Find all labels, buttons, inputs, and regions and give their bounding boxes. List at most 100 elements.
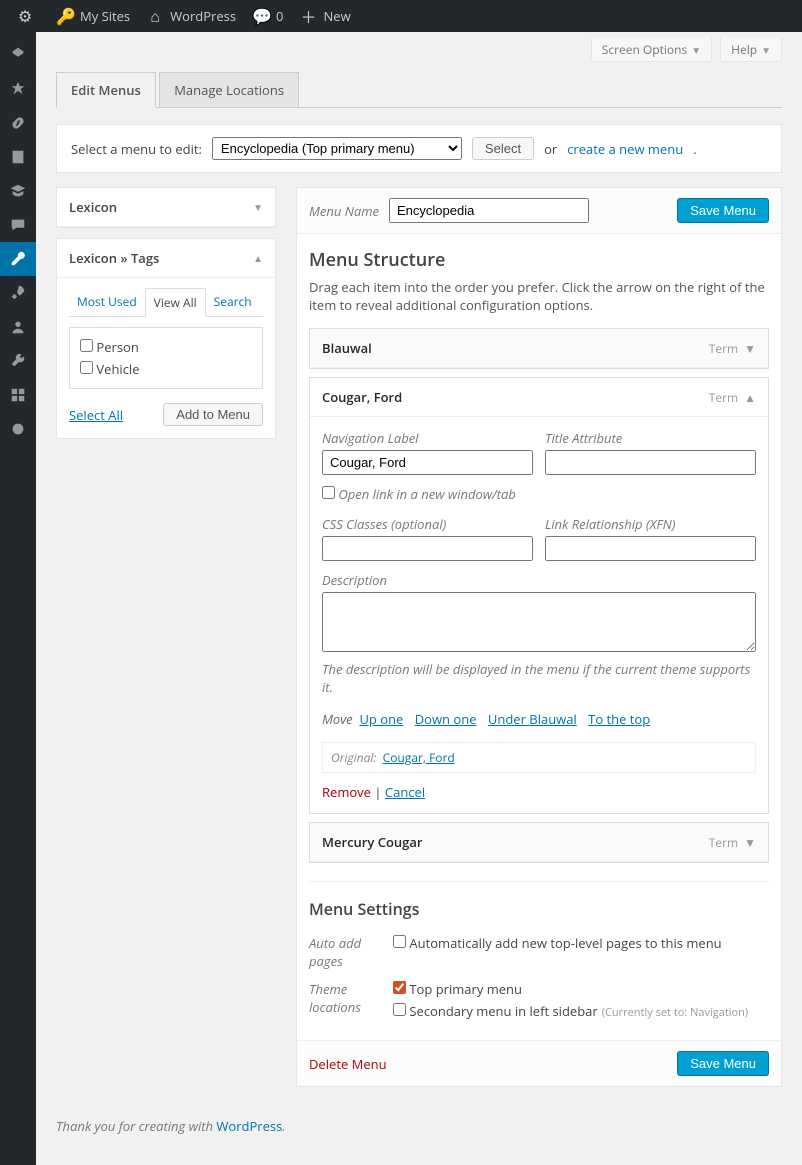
original-box: Original: Cougar, Ford: [322, 742, 756, 773]
menu-footer: Delete Menu Save Menu: [297, 1040, 781, 1086]
auto-add-text: Automatically add new top-level pages to…: [409, 934, 721, 952]
remove-link[interactable]: Remove: [322, 783, 371, 801]
location-secondary-checkbox[interactable]: [393, 1003, 406, 1016]
comments-count: 0: [276, 7, 283, 25]
cancel-link[interactable]: Cancel: [385, 783, 425, 801]
lexicon-tags-toggle[interactable]: Lexicon » Tags ▲: [57, 239, 275, 278]
menu-item-tool[interactable]: [0, 242, 36, 276]
tag-person[interactable]: Person: [80, 336, 252, 358]
menu-item-bar[interactable]: Cougar, Ford Term▲: [310, 378, 768, 417]
chevron-down-icon: ▼: [744, 340, 756, 357]
delete-menu-link[interactable]: Delete Menu: [309, 1055, 387, 1073]
lexicon-box-toggle[interactable]: Lexicon ▼: [57, 188, 275, 227]
theme-locations-label: Theme locations: [309, 978, 393, 1016]
title-attr-label: Title Attribute: [545, 429, 756, 447]
move-under-link[interactable]: Under Blauwal: [488, 710, 577, 728]
xfn-input[interactable]: [545, 536, 756, 561]
page-footer: Thank you for creating with WordPress.: [56, 1087, 782, 1145]
subtab-most-used[interactable]: Most Used: [69, 288, 145, 316]
menu-item-chat[interactable]: [0, 208, 36, 242]
menu-item-mercury-cougar: Mercury Cougar Term▼: [309, 822, 769, 863]
add-to-menu-button[interactable]: Add to Menu: [163, 403, 263, 426]
menu-item-settings: Navigation Label Title Attribute Open li…: [310, 417, 768, 813]
location-secondary[interactable]: Secondary menu in left sidebar(Currently…: [393, 1000, 748, 1022]
lexicon-box: Lexicon ▼: [56, 187, 276, 228]
site-name[interactable]: ⌂WordPress: [138, 0, 244, 32]
menu-item-link[interactable]: [0, 106, 36, 140]
subtab-view-all[interactable]: View All: [145, 288, 206, 317]
menu-select-bar: Select a menu to edit: Encyclopedia (Top…: [56, 124, 782, 173]
screen-options-button[interactable]: Screen Options▼: [591, 38, 712, 62]
tag-vehicle-checkbox[interactable]: [80, 361, 93, 374]
menu-item-bar[interactable]: Mercury Cougar Term▼: [310, 823, 768, 862]
help-button[interactable]: Help▼: [720, 38, 782, 62]
tag-vehicle[interactable]: Vehicle: [80, 358, 252, 380]
menu-structure-title: Menu Structure: [309, 248, 769, 272]
css-classes-label: CSS Classes (optional): [322, 515, 533, 533]
tab-manage-locations[interactable]: Manage Locations: [159, 72, 299, 108]
description-input[interactable]: [322, 592, 756, 652]
chevron-up-icon: ▲: [253, 251, 263, 265]
lexicon-tags-box: Lexicon » Tags ▲ Most Used View All Sear…: [56, 238, 276, 439]
wp-logo[interactable]: ⚙: [8, 0, 48, 32]
subtab-search[interactable]: Search: [206, 288, 260, 316]
menu-item-book[interactable]: [0, 140, 36, 174]
auto-add-label: Auto add pages: [309, 932, 393, 970]
menu-item-rocket[interactable]: [0, 276, 36, 310]
menu-settings-title: Menu Settings: [309, 881, 769, 920]
menu-item-type: Term: [709, 340, 738, 357]
auto-add-checkbox[interactable]: [393, 935, 406, 948]
comments[interactable]: 💬0: [244, 0, 291, 32]
menu-item-blauwal: Blauwal Term▼: [309, 328, 769, 369]
menu-item-grid[interactable]: [0, 378, 36, 412]
tag-person-checkbox[interactable]: [80, 339, 93, 352]
location-top-checkbox[interactable]: [393, 981, 406, 994]
css-classes-input[interactable]: [322, 536, 533, 561]
menu-edit-panel: Menu Name Save Menu Menu Structure Drag …: [296, 187, 782, 1087]
create-new-menu-link[interactable]: create a new menu: [567, 140, 683, 158]
home-icon: ⌂: [146, 5, 164, 27]
tag-checklist: Person Vehicle: [69, 327, 263, 389]
save-menu-button-bottom[interactable]: Save Menu: [677, 1051, 769, 1076]
menu-structure-hint: Drag each item into the order you prefer…: [309, 278, 769, 314]
menu-item-grad[interactable]: [0, 174, 36, 208]
description-label: Description: [322, 571, 756, 589]
wordpress-link[interactable]: WordPress: [216, 1117, 282, 1135]
new-content[interactable]: ＋New: [291, 0, 358, 32]
menu-item-title: Mercury Cougar: [322, 833, 423, 851]
menu-item-user[interactable]: [0, 310, 36, 344]
open-new-tab[interactable]: Open link in a new window/tab: [322, 485, 516, 503]
menu-item-title: Cougar, Ford: [322, 388, 402, 406]
original-label: Original:: [331, 749, 376, 766]
admin-menu: [0, 32, 36, 1165]
open-new-tab-checkbox[interactable]: [322, 486, 335, 499]
select-all-link[interactable]: Select All: [69, 406, 123, 424]
tab-edit-menus[interactable]: Edit Menus: [56, 72, 156, 108]
menu-item-bar[interactable]: Blauwal Term▼: [310, 329, 768, 368]
my-sites[interactable]: 🔑My Sites: [48, 0, 138, 32]
menu-name-input[interactable]: [389, 198, 589, 223]
location-top-primary[interactable]: Top primary menu: [393, 978, 748, 1000]
chevron-down-icon: ▼: [744, 834, 756, 851]
chevron-down-icon: ▼: [691, 43, 701, 57]
auto-add-option[interactable]: Automatically add new top-level pages to…: [393, 932, 722, 954]
menu-select[interactable]: Encyclopedia (Top primary menu): [212, 137, 462, 160]
select-button[interactable]: Select: [472, 137, 534, 160]
save-menu-button-top[interactable]: Save Menu: [677, 198, 769, 223]
title-attr-input[interactable]: [545, 450, 756, 475]
move-top-link[interactable]: To the top: [588, 710, 650, 728]
menu-item-wrench[interactable]: [0, 344, 36, 378]
move-down-link[interactable]: Down one: [415, 710, 477, 728]
new-label: New: [323, 7, 350, 25]
nav-label-input[interactable]: [322, 450, 533, 475]
original-link[interactable]: Cougar, Ford: [383, 749, 455, 766]
menu-item-star[interactable]: [0, 72, 36, 106]
location-secondary-note: (Currently set to: Navigation): [602, 1005, 748, 1020]
move-up-link[interactable]: Up one: [359, 710, 403, 728]
remove-cancel-row: Remove | Cancel: [322, 783, 756, 801]
move-label: Move: [322, 710, 353, 728]
xfn-label: Link Relationship (XFN): [545, 515, 756, 533]
wordpress-icon: ⚙: [16, 5, 34, 27]
menu-item-pin[interactable]: [0, 38, 36, 72]
menu-item-dot[interactable]: [0, 412, 36, 446]
